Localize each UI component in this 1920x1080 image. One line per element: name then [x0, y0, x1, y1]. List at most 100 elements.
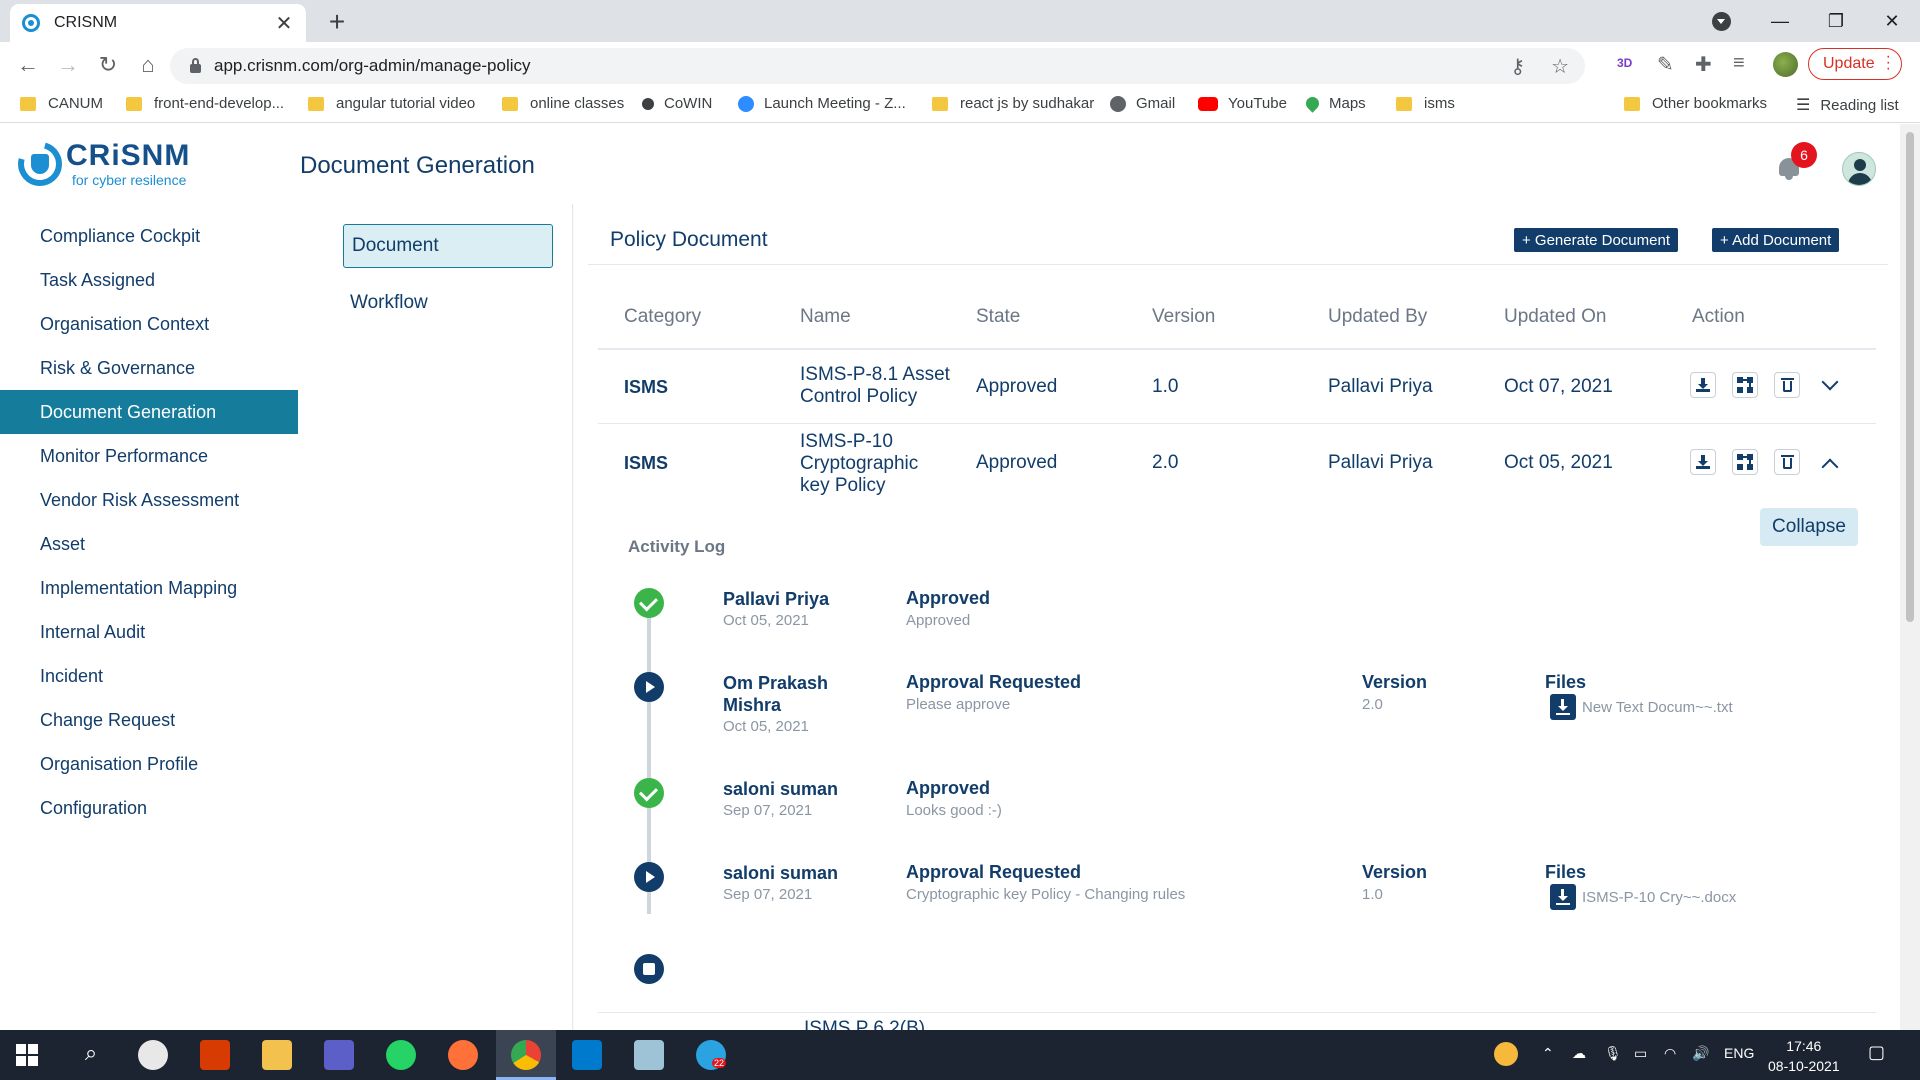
bookmark-cowin[interactable]: CoWIN: [642, 95, 712, 112]
event-file-link[interactable]: New Text Docum~~.txt: [1550, 694, 1733, 720]
sidebar-item-organisation-profile[interactable]: Organisation Profile: [0, 742, 298, 786]
update-button[interactable]: Update · · ·: [1808, 48, 1902, 80]
page-scrollbar[interactable]: [1900, 124, 1920, 1030]
office-icon[interactable]: [200, 1040, 230, 1070]
chrome-icon[interactable]: [511, 1040, 541, 1070]
restore-icon[interactable]: ❐: [1808, 11, 1864, 32]
user-avatar[interactable]: [1842, 152, 1876, 186]
sidebar-item-organisation-context[interactable]: Organisation Context: [0, 302, 298, 346]
system-clock[interactable]: 17:46 08-10-2021: [1768, 1036, 1840, 1076]
notification-bell-icon[interactable]: 6: [1777, 142, 1817, 180]
sidebar-item-asset[interactable]: Asset: [0, 522, 298, 566]
table-row[interactable]: ISMS ISMS-P-8.1 Asset Control Policy App…: [598, 352, 1876, 424]
windows-start-icon[interactable]: [16, 1044, 38, 1066]
home-icon[interactable]: ⌂: [134, 52, 162, 78]
bookmark-canum[interactable]: CANUM: [20, 95, 103, 112]
taskbar-app-icon[interactable]: [138, 1040, 168, 1070]
bookmark-launch-meeting[interactable]: Launch Meeting - Z...: [738, 95, 906, 112]
file-name[interactable]: New Text Docum~~.txt: [1582, 699, 1733, 716]
key-icon[interactable]: ⚷: [1510, 54, 1525, 79]
chevron-up-icon[interactable]: [1821, 458, 1839, 476]
sidebar-item-risk-governance[interactable]: Risk & Governance: [0, 346, 298, 390]
event-date: Sep 07, 2021: [723, 802, 813, 819]
bookmark-maps[interactable]: Maps: [1303, 94, 1366, 113]
language-indicator[interactable]: ENG: [1724, 1045, 1754, 1061]
tab-close-icon[interactable]: ✕: [274, 11, 294, 36]
sidebar-item-task-assigned[interactable]: Task Assigned: [0, 258, 298, 302]
file-download-icon[interactable]: [1550, 884, 1576, 910]
bookmark-angular[interactable]: angular tutorial video: [308, 95, 475, 112]
delete-icon[interactable]: [1774, 449, 1800, 475]
browser-tab[interactable]: CRISNM ✕: [10, 4, 306, 42]
notepad-icon[interactable]: [634, 1040, 664, 1070]
bookmark-frontend[interactable]: front-end-develop...: [126, 95, 284, 112]
sidebar-item-change-request[interactable]: Change Request: [0, 698, 298, 742]
back-icon[interactable]: ←: [14, 52, 42, 78]
file-name[interactable]: ISMS-P-10 Cry~~.docx: [1582, 889, 1736, 906]
subnav-workflow[interactable]: Workflow: [350, 292, 428, 314]
teams-icon[interactable]: [324, 1040, 354, 1070]
sidebar-item-incident[interactable]: Incident: [0, 654, 298, 698]
bookmark-label: Gmail: [1136, 95, 1176, 112]
file-explorer-icon[interactable]: [262, 1040, 292, 1070]
extension-3d-icon[interactable]: 3D: [1617, 56, 1632, 70]
next-row-name-partial[interactable]: ISMS P 6.2(B): [804, 1014, 925, 1030]
add-document-button[interactable]: + Add Document: [1712, 228, 1840, 252]
generate-document-button[interactable]: + Generate Document: [1514, 228, 1679, 252]
window-close-icon[interactable]: ✕: [1864, 11, 1920, 32]
new-tab-button[interactable]: +: [322, 6, 352, 38]
scrollbar-thumb[interactable]: [1906, 132, 1914, 622]
vscode-icon[interactable]: [572, 1040, 602, 1070]
url-text[interactable]: app.crisnm.com/org-admin/manage-policy: [214, 56, 531, 76]
reading-list[interactable]: ☰ Reading list: [1796, 95, 1899, 115]
download-icon[interactable]: [1690, 372, 1716, 398]
sidebar-item-implementation-mapping[interactable]: Implementation Mapping: [0, 566, 298, 610]
bookmark-star-icon[interactable]: ☆: [1551, 54, 1569, 79]
sidebar-item-monitor-performance[interactable]: Monitor Performance: [0, 434, 298, 478]
microphone-icon[interactable]: 🎙: [1604, 1045, 1622, 1062]
forward-icon[interactable]: →: [54, 52, 82, 78]
firefox-icon[interactable]: [448, 1040, 478, 1070]
battery-icon[interactable]: ▭: [1634, 1045, 1647, 1062]
lock-icon[interactable]: [190, 58, 201, 73]
weather-icon[interactable]: [1494, 1042, 1518, 1066]
whatsapp-icon[interactable]: [386, 1040, 416, 1070]
telegram-icon[interactable]: 22: [696, 1040, 727, 1070]
sidebar-item-configuration[interactable]: Configuration: [0, 786, 298, 830]
tray-app-icon[interactable]: ☁: [1572, 1045, 1586, 1062]
crisnm-logo[interactable]: CRiSNM for cyber resilence: [9, 133, 190, 195]
chevron-down-icon[interactable]: [1821, 373, 1839, 391]
workflow-icon[interactable]: [1732, 372, 1758, 398]
cell-name: ISMS-P-10 Cryptographic key Policy: [800, 431, 919, 496]
reading-queue-icon[interactable]: ≡: [1733, 52, 1745, 75]
bookmark-online-classes[interactable]: online classes: [502, 95, 624, 112]
download-icon[interactable]: [1690, 449, 1716, 475]
sidebar-item-vendor-risk-assessment[interactable]: Vendor Risk Assessment: [0, 478, 298, 522]
search-icon[interactable]: ⌕: [76, 1040, 106, 1070]
volume-icon[interactable]: 🔊: [1692, 1045, 1709, 1062]
collapse-button[interactable]: Collapse: [1760, 508, 1858, 546]
file-download-icon[interactable]: [1550, 694, 1576, 720]
omnibox[interactable]: app.crisnm.com/org-admin/manage-policy ⚷…: [170, 48, 1585, 84]
bookmark-other[interactable]: Other bookmarks: [1624, 95, 1767, 112]
tab-search-icon[interactable]: [1712, 12, 1731, 31]
sidebar-item-compliance-cockpit[interactable]: Compliance Cockpit: [0, 214, 298, 258]
wifi-icon[interactable]: ◠: [1664, 1045, 1676, 1062]
profile-avatar[interactable]: [1773, 52, 1798, 77]
bookmark-youtube[interactable]: YouTube: [1198, 95, 1287, 112]
extension-pen-icon[interactable]: ✎: [1657, 52, 1674, 77]
extensions-puzzle-icon[interactable]: ✚: [1695, 52, 1712, 77]
bookmark-react[interactable]: react js by sudhakar: [932, 95, 1094, 112]
event-file-link[interactable]: ISMS-P-10 Cry~~.docx: [1550, 884, 1736, 910]
sidebar-item-internal-audit[interactable]: Internal Audit: [0, 610, 298, 654]
subnav-document[interactable]: Document: [343, 224, 553, 268]
notification-center-icon[interactable]: ▢: [1868, 1042, 1885, 1063]
minimize-icon[interactable]: —: [1752, 11, 1808, 32]
workflow-icon[interactable]: [1732, 449, 1758, 475]
bookmark-gmail[interactable]: Gmail: [1110, 95, 1175, 112]
sidebar-item-document-generation[interactable]: Document Generation: [0, 390, 298, 434]
bookmark-isms[interactable]: isms: [1396, 95, 1455, 112]
delete-icon[interactable]: [1774, 372, 1800, 398]
tray-chevron-up-icon[interactable]: ⌃: [1542, 1045, 1554, 1062]
reload-icon[interactable]: ↻: [94, 52, 122, 78]
